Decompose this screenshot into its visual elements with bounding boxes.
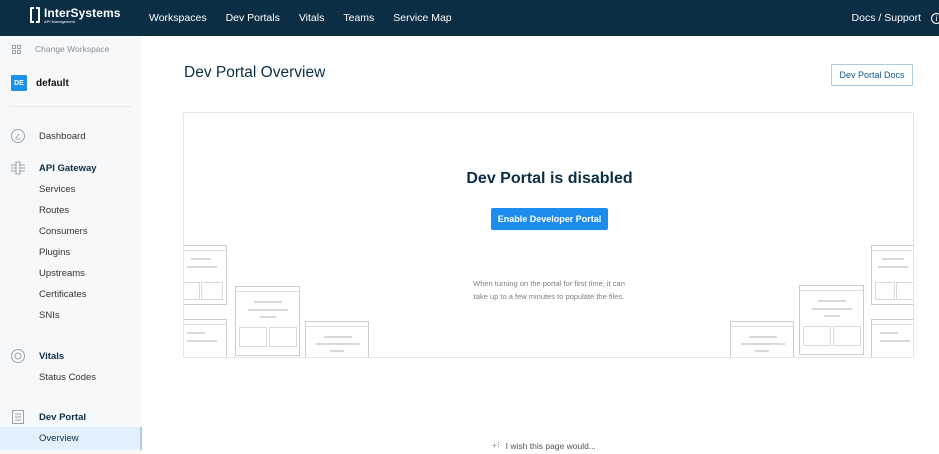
change-workspace-button[interactable]: Change Workspace <box>12 44 110 54</box>
sidebar-item-overview[interactable]: Overview <box>0 427 142 450</box>
sidebar-divider <box>10 106 131 107</box>
sidebar: Change Workspace DE default Dashboard AP… <box>0 36 142 454</box>
note-line: take up to a few minutes to populate the… <box>473 292 625 301</box>
top-navbar: InterSystems API Management Workspaces D… <box>0 0 939 36</box>
sidebar-section-label: API Gateway <box>39 162 97 174</box>
sidebar-item-routes[interactable]: Routes <box>39 205 69 216</box>
workspace-badge: DE <box>11 75 27 91</box>
logo-name: InterSystems <box>44 6 121 20</box>
card-title: Dev Portal is disabled <box>466 170 633 187</box>
sidebar-section-label: Dev Portal <box>39 411 86 423</box>
sidebar-item-label: Dashboard <box>39 130 86 142</box>
sidebar-item-snis[interactable]: SNIs <box>39 310 60 321</box>
nav-vitals[interactable]: Vitals <box>299 12 325 24</box>
grid-icon <box>12 44 21 54</box>
sidebar-item-label: Overview <box>39 433 79 444</box>
sidebar-item-upstreams[interactable]: Upstreams <box>39 268 85 279</box>
nav-dev-portals[interactable]: Dev Portals <box>226 12 280 24</box>
logo[interactable]: InterSystems API Management <box>30 7 121 24</box>
nav-workspaces[interactable]: Workspaces <box>149 12 207 24</box>
workspace-selector[interactable]: DE default <box>11 75 69 91</box>
dev-portal-docs-button[interactable]: Dev Portal Docs <box>831 64 913 86</box>
card-note: When turning on the portal for first tim… <box>439 277 659 303</box>
sidebar-section-dev-portal[interactable]: Dev Portal <box>10 409 86 425</box>
sidebar-section-label: Vitals <box>39 350 65 362</box>
sidebar-item-services[interactable]: Services <box>39 184 75 195</box>
feedback-label: I wish this page would... <box>505 440 596 451</box>
sidebar-item-consumers[interactable]: Consumers <box>39 226 88 237</box>
nav-service-map[interactable]: Service Map <box>393 12 451 24</box>
nav-teams[interactable]: Teams <box>343 12 374 24</box>
enable-developer-portal-button[interactable]: Enable Developer Portal <box>491 208 608 230</box>
sparkle-icon: +⁝ <box>492 440 500 450</box>
sidebar-item-dashboard[interactable]: Dashboard <box>10 128 85 144</box>
feedback-prompt[interactable]: +⁝ I wish this page would... <box>492 440 596 451</box>
info-icon[interactable]: i <box>931 12 939 24</box>
gauge-icon <box>10 128 26 144</box>
sidebar-section-vitals[interactable]: Vitals <box>10 348 64 364</box>
sidebar-item-certificates[interactable]: Certificates <box>39 289 87 300</box>
change-workspace-label: Change Workspace <box>35 44 110 54</box>
logo-icon <box>30 7 40 23</box>
workspace-name: default <box>36 77 69 89</box>
sidebar-item-status-codes[interactable]: Status Codes <box>39 372 96 383</box>
disabled-portal-card: Dev Portal is disabled Enable Developer … <box>183 112 914 358</box>
sidebar-section-api-gateway[interactable]: API Gateway <box>10 160 97 176</box>
logo-subtitle: API Management <box>44 19 75 24</box>
vitals-icon <box>10 348 26 364</box>
document-icon <box>10 409 26 425</box>
gateway-icon <box>10 160 26 176</box>
page-title: Dev Portal Overview <box>184 64 326 81</box>
sidebar-item-plugins[interactable]: Plugins <box>39 247 70 258</box>
main-nav: Workspaces Dev Portals Vitals Teams Serv… <box>149 0 471 36</box>
docs-support-link[interactable]: Docs / Support <box>852 12 921 24</box>
note-line: When turning on the portal for first tim… <box>473 279 625 288</box>
